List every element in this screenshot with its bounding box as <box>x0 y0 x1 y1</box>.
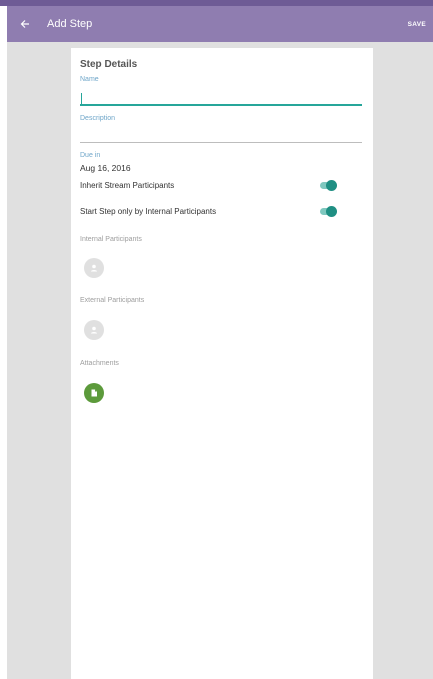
inherit-participants-row: Inherit Stream Participants <box>80 180 362 194</box>
add-person-icon <box>91 264 97 272</box>
name-input[interactable] <box>80 104 362 106</box>
internal-only-label: Start Step only by Internal Participants <box>80 207 217 216</box>
toggle-knob <box>326 180 337 191</box>
internal-only-row: Start Step only by Internal Participants <box>80 206 362 220</box>
back-arrow-icon <box>20 20 29 28</box>
app-bar: Add Step SAVE <box>7 6 433 42</box>
external-participants-label: External Participants <box>80 297 145 304</box>
section-title: Step Details <box>80 59 138 70</box>
due-date-value[interactable]: Aug 16, 2016 <box>80 163 131 173</box>
description-label: Description <box>80 115 116 122</box>
add-internal-participant-button[interactable] <box>84 258 104 278</box>
description-input[interactable] <box>80 142 362 143</box>
step-details-card: Step Details Name Description Due in Aug… <box>71 48 373 679</box>
internal-participants-label: Internal Participants <box>80 236 142 243</box>
internal-only-toggle[interactable] <box>320 206 337 217</box>
page-title: Add Step <box>47 18 93 30</box>
inherit-participants-toggle[interactable] <box>320 180 337 191</box>
due-label: Due in <box>80 152 101 159</box>
attachments-label: Attachments <box>80 360 119 367</box>
add-attachment-button[interactable] <box>84 383 104 403</box>
text-cursor <box>81 93 82 104</box>
back-button[interactable] <box>7 6 43 42</box>
document-icon <box>91 389 97 397</box>
name-label: Name <box>80 76 99 83</box>
add-external-participant-button[interactable] <box>84 320 104 340</box>
save-button[interactable]: SAVE <box>408 6 426 42</box>
toggle-knob <box>326 206 337 217</box>
inherit-participants-label: Inherit Stream Participants <box>80 181 175 190</box>
add-person-icon <box>91 326 97 334</box>
